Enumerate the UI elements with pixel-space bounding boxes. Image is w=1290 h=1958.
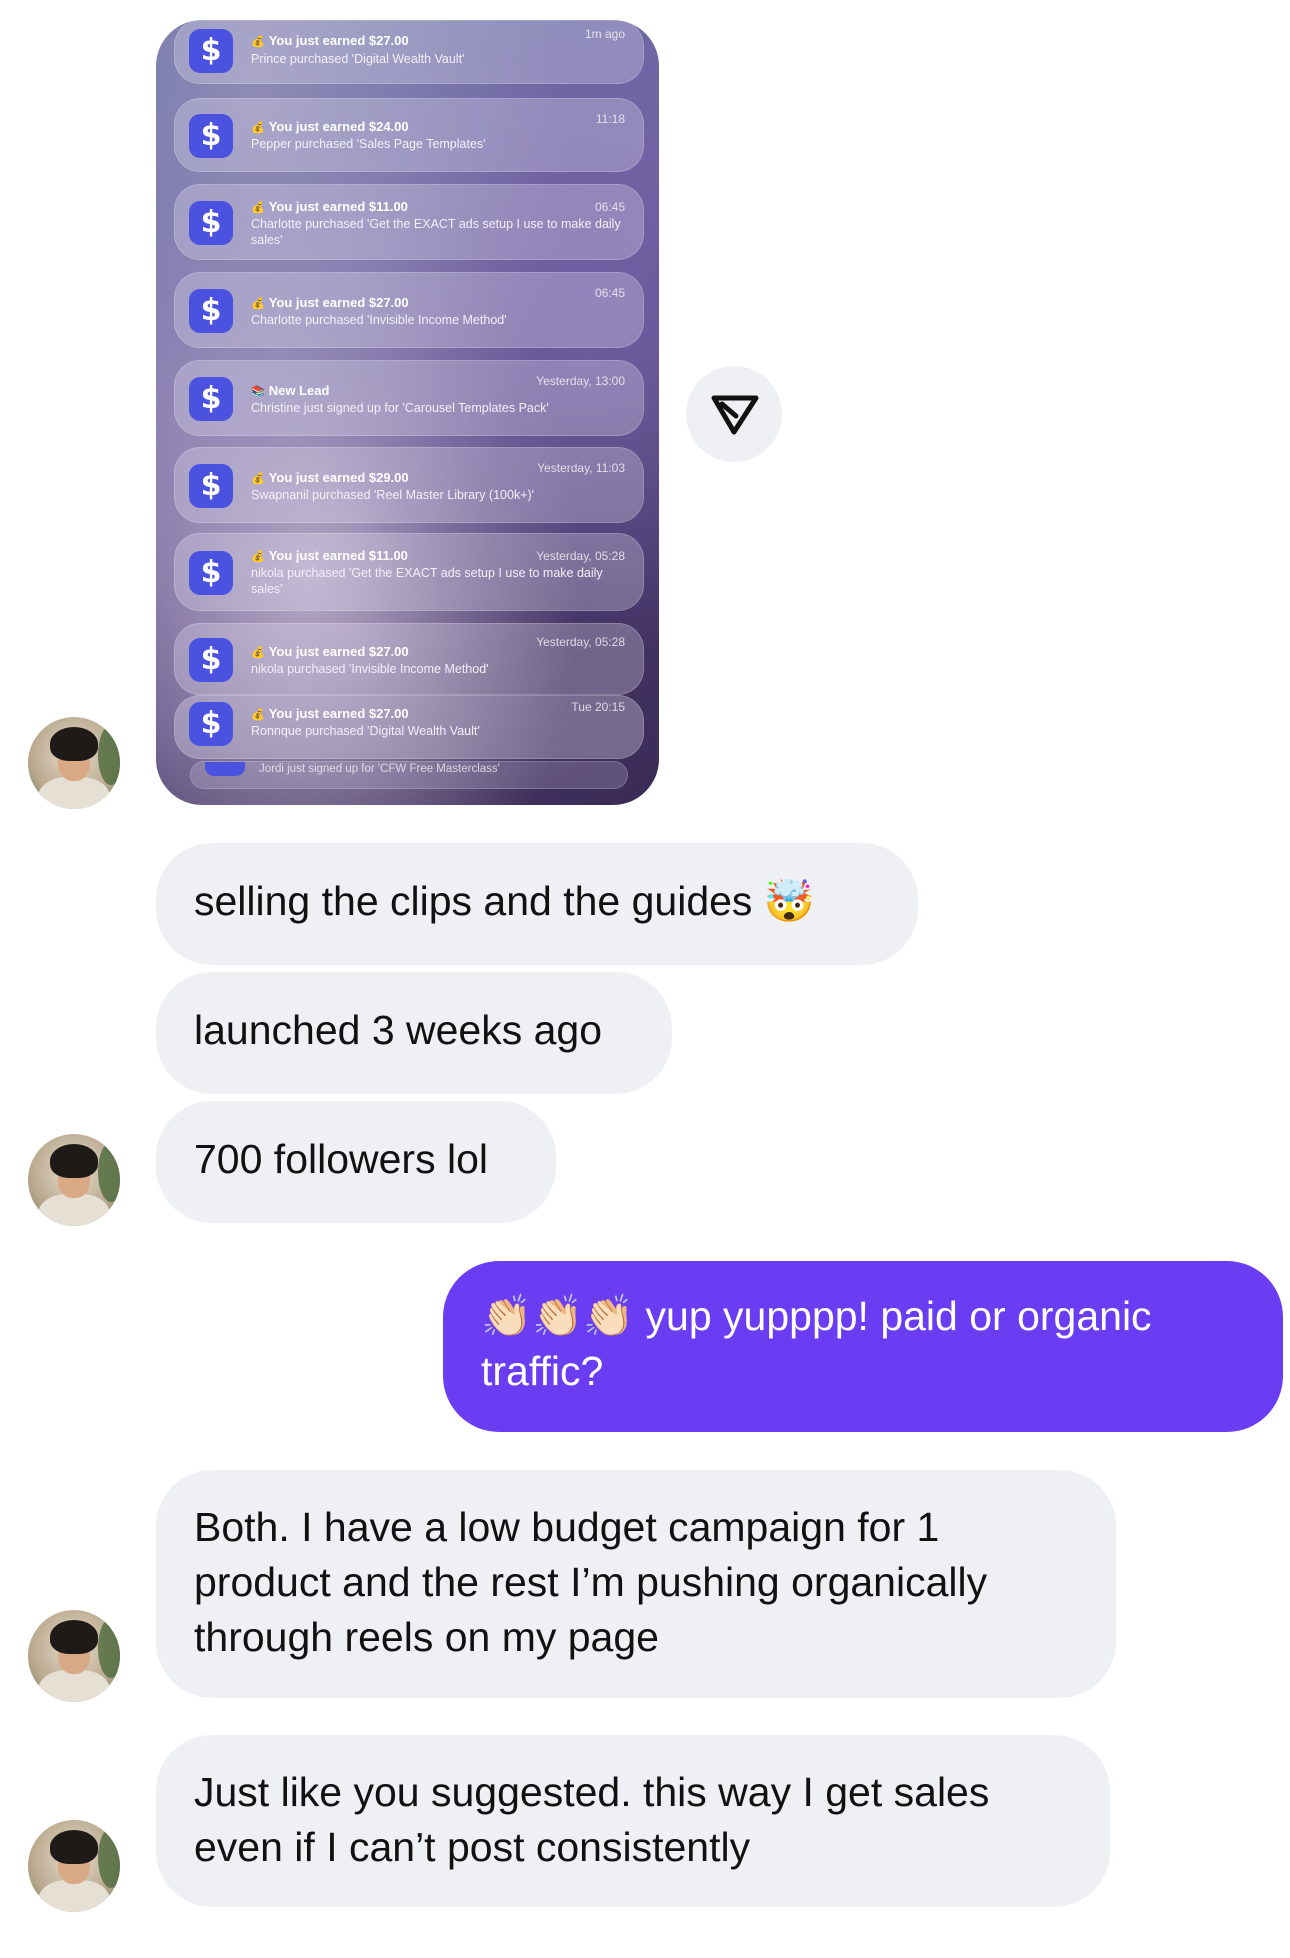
notification-title: You just earned $24.00: [268, 119, 409, 134]
notification-item: $ 💰 You just earned $27.00 Charlotte purc…: [174, 272, 644, 348]
notification-time: Yesterday, 13:00: [536, 374, 625, 388]
shared-screenshot[interactable]: $ 💰 You just earned $27.00 Prince purchas…: [156, 20, 659, 805]
notification-title: You just earned $27.00: [268, 644, 409, 659]
avatar[interactable]: [28, 1134, 120, 1226]
dollar-icon: $: [189, 551, 233, 595]
dollar-icon: $: [189, 29, 233, 73]
dollar-icon: $: [189, 702, 233, 746]
notification-time: 11:18: [595, 112, 625, 126]
dollar-icon: $: [189, 638, 233, 682]
notification-item: $ 💰 You just earned $29.00 Swapnanil purc…: [174, 447, 644, 523]
message-bubble-received[interactable]: 700 followers lol: [156, 1101, 556, 1223]
notification-title: New Lead: [268, 383, 330, 398]
notification-time: Tue 20:15: [571, 700, 625, 714]
share-button[interactable]: [686, 366, 782, 462]
notification-item: $ 💰 You just earned $11.00 nikola purchas…: [174, 533, 644, 611]
notification-item: $ 💰 You just earned $24.00 Pepper purchas…: [174, 98, 644, 172]
message-line: product and the rest I’m pushing organic…: [194, 1559, 988, 1605]
message-bubble-received[interactable]: selling the clips and the guides 🤯: [156, 843, 918, 965]
notification-item: $ 💰 You just earned $11.00 Charlotte purc…: [174, 184, 644, 260]
notification-body: Ronnque purchased 'Digital Wealth Vault': [251, 724, 480, 738]
notification-title: You just earned $27.00: [268, 295, 409, 310]
notification-body: Prince purchased 'Digital Wealth Vault': [251, 52, 465, 66]
notification-body: Jordi just signed up for 'CFW Free Maste…: [259, 763, 500, 775]
message-text: 👏🏻👏🏻👏🏻 yup yupppp! paid or organic traff…: [481, 1293, 1152, 1394]
message-bubble-received[interactable]: Both. I have a low budget campaign for 1…: [156, 1470, 1116, 1698]
dollar-icon: $: [189, 289, 233, 333]
avatar[interactable]: [28, 1820, 120, 1912]
notification-body: Charlotte purchased 'Get the EXACT ads s…: [251, 217, 621, 247]
notification-title: You just earned $11.00: [268, 199, 408, 214]
notification-item: $ 💰 You just earned $27.00 Ronnque purcha…: [174, 695, 644, 759]
notification-time: Yesterday, 11:03: [537, 461, 625, 475]
dollar-icon: $: [189, 377, 233, 421]
notification-body: Christine just signed up for 'Carousel T…: [251, 401, 549, 415]
notification-item: $ 💰 You just earned $27.00 Prince purchas…: [174, 20, 644, 84]
message-text: selling the clips and the guides 🤯: [194, 878, 815, 924]
notification-title: You just earned $27.00: [268, 33, 409, 48]
stacked-notification-peek: Jordi just signed up for 'CFW Free Maste…: [190, 761, 628, 789]
avatar[interactable]: [28, 1610, 120, 1702]
notification-body: Charlotte purchased 'Invisible Income Me…: [251, 313, 507, 327]
send-icon: [711, 395, 759, 435]
notification-time: 06:45: [594, 286, 625, 300]
notification-time: 1m ago: [584, 27, 625, 41]
message-bubble-sent[interactable]: 👏🏻👏🏻👏🏻 yup yupppp! paid or organic traff…: [443, 1261, 1283, 1432]
notification-body: nikola purchased 'Get the EXACT ads setu…: [251, 566, 603, 596]
notification-body: nikola purchased 'Invisible Income Metho…: [251, 662, 489, 676]
notification-body: Swapnanil purchased 'Reel Master Library…: [251, 488, 535, 502]
notification-item: $ 💰 You just earned $27.00 nikola purchas…: [174, 623, 644, 695]
notification-title: You just earned $27.00: [268, 706, 409, 721]
notification-item: $ 📚 New Lead Christine just signed up for…: [174, 360, 644, 436]
message-bubble-received[interactable]: Just like you suggested. this way I get …: [156, 1735, 1110, 1907]
message-line: through reels on my page: [194, 1614, 659, 1660]
dollar-icon: [205, 762, 245, 776]
notification-time: Yesterday, 05:28: [536, 635, 625, 649]
dollar-icon: $: [189, 114, 233, 158]
message-bubble-received[interactable]: launched 3 weeks ago: [156, 972, 672, 1094]
notification-time: Yesterday, 05:28: [536, 549, 625, 563]
message-line: even if I can’t post consistently: [194, 1824, 751, 1870]
message-line: Both. I have a low budget campaign for 1: [194, 1504, 940, 1550]
avatar[interactable]: [28, 717, 120, 809]
message-text: 700 followers lol: [194, 1136, 488, 1182]
dollar-icon: $: [189, 464, 233, 508]
notification-title: You just earned $11.00: [268, 548, 408, 563]
notification-title: You just earned $29.00: [268, 470, 409, 485]
notification-time: 06:45: [594, 200, 625, 214]
message-text: launched 3 weeks ago: [194, 1007, 603, 1053]
notification-body: Pepper purchased 'Sales Page Templates': [251, 137, 486, 151]
dollar-icon: $: [189, 201, 233, 245]
message-line: Just like you suggested. this way I get …: [194, 1769, 990, 1815]
